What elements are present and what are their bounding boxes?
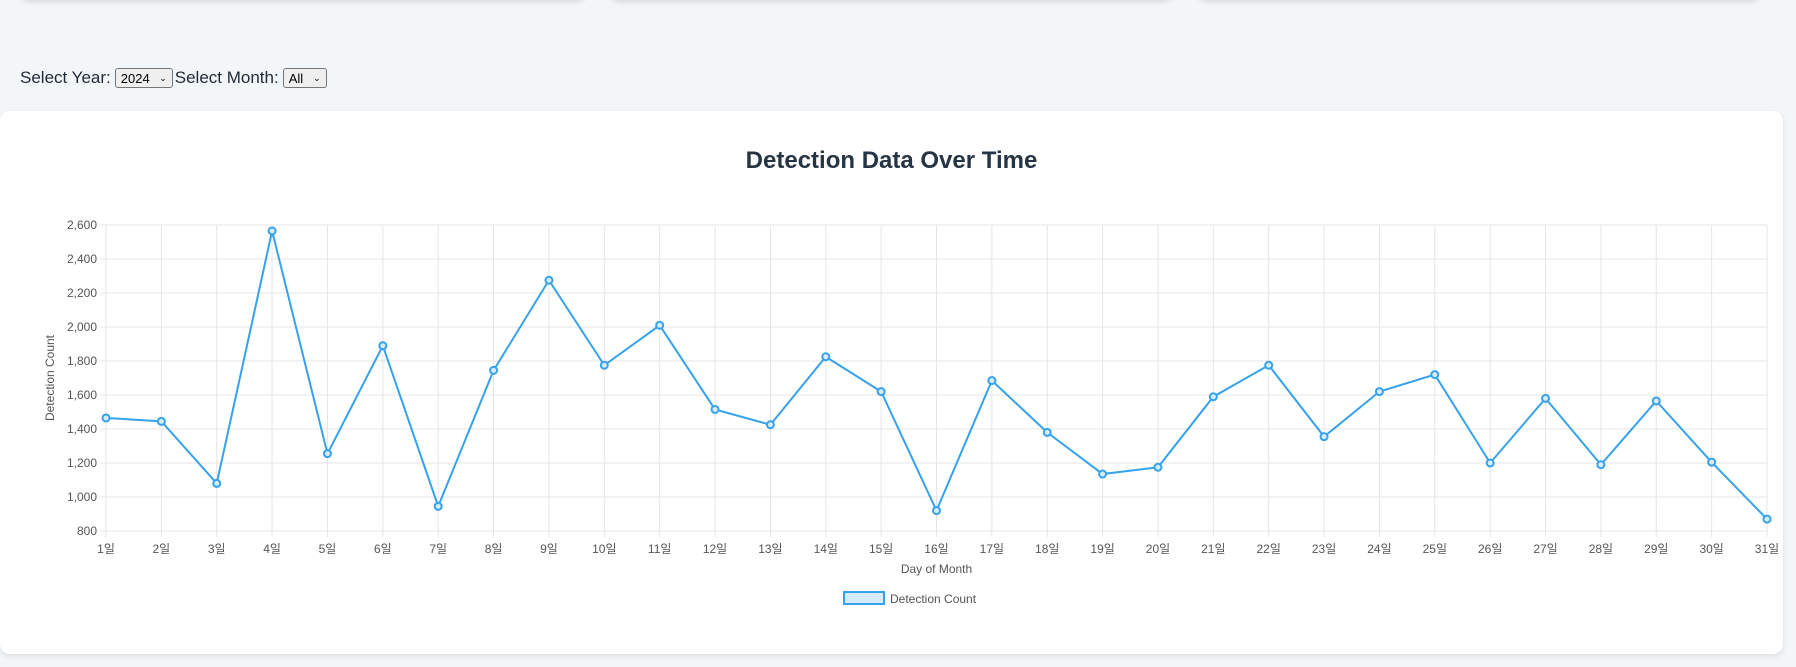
data-point[interactable] [821, 352, 831, 362]
y-tick-label: 1,600 [67, 388, 97, 402]
data-point[interactable] [1707, 457, 1717, 467]
x-tick-label: 16일 [924, 542, 948, 556]
y-tick-label: 1,000 [67, 490, 97, 504]
data-point[interactable] [1485, 458, 1495, 468]
y-tick-label: 2,400 [67, 252, 97, 266]
year-select[interactable]: 2024 ⌄ [114, 68, 173, 88]
x-tick-label: 29일 [1644, 542, 1668, 556]
y-tick-label: 2,600 [67, 218, 97, 232]
data-point[interactable] [544, 275, 554, 285]
x-tick-label: 8일 [485, 542, 503, 556]
x-tick-label: 30일 [1699, 542, 1723, 556]
y-tick-label: 1,800 [67, 354, 97, 368]
data-point[interactable] [1098, 469, 1108, 479]
top-summary-cards [0, 0, 1796, 10]
x-tick-label: 11일 [648, 542, 672, 556]
chart-card: Detection Data Over Time 800 1,000 1,200 1,… [0, 111, 1783, 654]
x-tick-label: 15일 [869, 542, 893, 556]
x-tick-label: 27일 [1533, 542, 1557, 556]
data-point[interactable] [378, 341, 388, 351]
y-tick-label: 800 [77, 524, 97, 538]
data-point[interactable] [765, 420, 775, 430]
data-point[interactable] [267, 226, 277, 236]
chevron-down-icon: ⌄ [159, 72, 167, 83]
data-point[interactable] [489, 365, 499, 375]
year-select-value: 2024 [120, 70, 150, 86]
x-tick-label: 25일 [1423, 542, 1447, 556]
data-point[interactable] [1319, 432, 1329, 442]
data-point[interactable] [1042, 427, 1052, 437]
x-tick-label: 23일 [1312, 542, 1336, 556]
x-tick-label: 24일 [1367, 542, 1391, 556]
month-select-value: All [288, 70, 304, 86]
x-tick-label: 31일 [1755, 542, 1779, 556]
data-point[interactable] [1264, 360, 1274, 370]
grid [100, 224, 1768, 537]
x-tick-label: 2일 [153, 542, 171, 556]
data-point[interactable] [932, 506, 941, 516]
x-tick-label: 1일 [97, 542, 115, 556]
data-point[interactable] [322, 449, 332, 459]
y-tick-label: 2,000 [67, 320, 97, 334]
data-point[interactable] [1541, 393, 1551, 403]
data-point[interactable] [1651, 396, 1661, 406]
x-tick-label: 4일 [263, 542, 281, 556]
x-tick-label: 17일 [980, 542, 1004, 556]
x-tick-label: 22일 [1257, 542, 1281, 556]
filter-bar: Select Year: 2024 ⌄ Select Month: All ⌄ [20, 68, 327, 88]
x-tick-label: 14일 [814, 542, 838, 556]
data-point[interactable] [101, 413, 111, 423]
data-point[interactable] [1762, 514, 1772, 524]
y-tick-label: 1,400 [67, 422, 97, 436]
x-tick-label: 20일 [1146, 542, 1170, 556]
x-tick-label: 26일 [1478, 542, 1502, 556]
x-axis-ticks: 1일 2일 3일 4일 5일 6일 7일 8일 9일 10일 11일 12일 13일 14일 15일 16일 1… [97, 542, 1779, 556]
legend-swatch [843, 591, 885, 605]
data-point[interactable] [433, 501, 443, 511]
data-point[interactable] [212, 478, 222, 488]
data-point[interactable] [156, 416, 166, 426]
data-point[interactable] [1153, 462, 1163, 472]
y-tick-label: 1,200 [67, 456, 97, 470]
chevron-down-icon: ⌄ [313, 72, 321, 83]
y-axis-title: Detection Count [43, 334, 57, 421]
x-tick-label: 12일 [703, 542, 727, 556]
data-point[interactable] [1374, 387, 1384, 397]
x-axis-title: Day of Month [901, 562, 972, 576]
data-point[interactable] [1596, 460, 1606, 470]
data-point[interactable] [1208, 392, 1218, 402]
x-tick-label: 5일 [319, 542, 337, 556]
x-tick-label: 6일 [374, 542, 392, 556]
data-point[interactable] [987, 376, 997, 386]
x-tick-label: 19일 [1090, 542, 1114, 556]
x-tick-label: 9일 [540, 542, 558, 556]
line-chart: 800 1,000 1,200 1,400 1,600 1,800 2,000 2,200 2,… [43, 218, 1779, 606]
y-tick-label: 2,200 [67, 286, 97, 300]
y-axis-ticks: 800 1,000 1,200 1,400 1,600 1,800 2,000 2,200 2,… [67, 218, 97, 538]
data-point[interactable] [710, 404, 720, 414]
data-point[interactable] [655, 320, 665, 330]
x-tick-label: 28일 [1589, 542, 1613, 556]
x-tick-label: 3일 [208, 542, 226, 556]
x-tick-label: 18일 [1035, 542, 1059, 556]
x-tick-label: 7일 [429, 542, 447, 556]
year-label: Select Year: [20, 68, 111, 87]
data-point[interactable] [876, 387, 886, 397]
x-tick-label: 13일 [758, 542, 782, 556]
legend[interactable]: Detection Count [843, 591, 977, 606]
x-tick-label: 10일 [592, 542, 616, 556]
data-point[interactable] [1430, 370, 1440, 380]
month-label: Select Month: [174, 68, 279, 87]
legend-label: Detection Count [890, 592, 977, 606]
data-point[interactable] [599, 360, 609, 370]
month-select[interactable]: All ⌄ [282, 68, 327, 88]
x-tick-label: 21일 [1201, 542, 1225, 556]
